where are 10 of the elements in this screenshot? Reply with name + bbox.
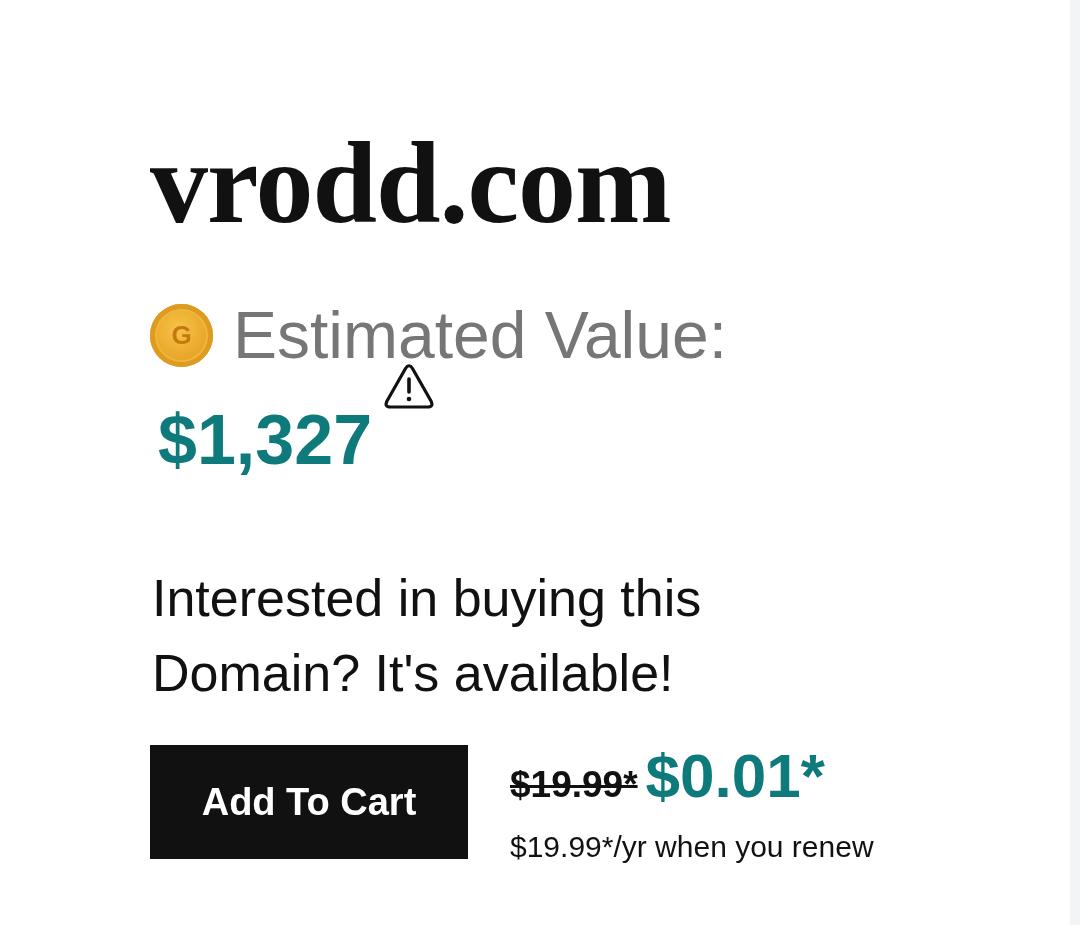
coin-icon: G bbox=[150, 303, 213, 367]
sale-price: $0.01* bbox=[645, 745, 825, 807]
add-to-cart-button[interactable]: Add To Cart bbox=[150, 745, 468, 859]
estimated-value-label: Estimated Value: bbox=[233, 302, 728, 368]
estimated-value-amount: $1,327 bbox=[158, 405, 373, 475]
availability-message: Interested in buying this Domain? It's available! bbox=[152, 568, 703, 704]
original-price: $19.99* bbox=[510, 766, 638, 803]
renewal-price: $19.99*/yr when you renew bbox=[510, 832, 874, 862]
domain-name: vrodd.com bbox=[150, 125, 671, 241]
warning-icon[interactable] bbox=[384, 364, 435, 409]
